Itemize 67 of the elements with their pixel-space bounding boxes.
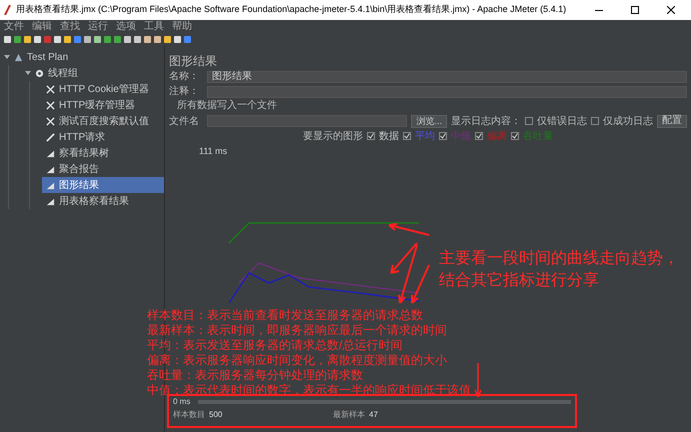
tree-item[interactable]: HTTP缓存管理器 [42, 97, 164, 113]
tree-item[interactable]: 测试百度搜索默认值 [42, 113, 164, 129]
wrench-icon [46, 100, 55, 110]
menu-item[interactable]: 文件 [4, 22, 24, 32]
definition-note: 最新样本：表示时间，即服务器响应最后一个请求的时间 [147, 323, 448, 338]
success-only-checkbox[interactable] [591, 117, 599, 125]
close-icon[interactable] [667, 6, 675, 14]
trend-annotation: 主要看一段时间的曲线走向趋势， 结合其它指标进行分享 [439, 248, 679, 291]
name-label: 名称： [169, 70, 200, 84]
graph-checkbox[interactable] [439, 132, 447, 140]
tree-item[interactable]: Test Plan [0, 49, 164, 65]
stat-value: 47 [369, 409, 378, 421]
tree-item[interactable]: 用表格察看结果 [42, 193, 164, 209]
tree-item[interactable]: 线程组 [21, 65, 164, 81]
configure-button[interactable]: 配置 [657, 114, 687, 128]
expand-toggle-icon[interactable] [4, 54, 10, 60]
graph-checkbox[interactable] [475, 132, 483, 140]
tree-item[interactable]: HTTP Cookie管理器 [42, 81, 164, 97]
log-label: 显示日志内容： [451, 114, 521, 128]
graph-legend-label: 中值 [451, 130, 471, 144]
annotation-arrow [387, 223, 431, 237]
browse-button[interactable]: 浏览... [411, 114, 447, 128]
tree-item[interactable]: 聚合报告 [42, 161, 164, 177]
stat-value: 500 [209, 409, 222, 421]
expand-toggle-icon[interactable] [25, 70, 31, 76]
errors-only-checkbox[interactable] [525, 117, 533, 125]
graph-legend-label: 数据 [379, 130, 399, 144]
panel-title: 图形结果 [169, 54, 217, 68]
graph-legend-label: 平均 [415, 130, 435, 144]
menu-item[interactable]: 帮助 [172, 22, 192, 32]
graph-checkbox[interactable] [367, 132, 375, 140]
pen-icon [46, 132, 55, 142]
graph-legend-label: 偏离 [487, 130, 507, 144]
feather-icon [4, 5, 12, 15]
menu-item[interactable]: 查找 [60, 22, 80, 32]
menu-item[interactable]: 编辑 [32, 22, 52, 32]
graphs-label: 要显示的图形 [303, 130, 363, 144]
filename-field[interactable] [207, 115, 408, 127]
definition-note: 样本数目：表示当前查看时发送至服务器的请求总数 [147, 308, 424, 323]
comment-label: 注释： [169, 84, 200, 99]
wrench-icon [46, 84, 55, 94]
tree-item[interactable]: 察看结果树 [42, 145, 164, 161]
filename-label: 文件名 [169, 114, 200, 128]
maximize-icon[interactable] [631, 6, 639, 14]
success-only-label: 仅成功日志 [603, 114, 653, 128]
menu-item[interactable]: 选项 [116, 22, 136, 32]
stat-label: 最新样本 [333, 409, 365, 421]
graph-checkbox[interactable] [403, 132, 411, 140]
definition-note: 平均：表示发送至服务器的请求总数/总运行时间 [147, 338, 404, 353]
tree-item[interactable]: HTTP请求 [42, 129, 164, 145]
graph-checkbox[interactable] [511, 132, 519, 140]
menu-item[interactable]: 运行 [88, 22, 108, 32]
definition-note: 偏离：表示服务器响应时间变化，离散程度测量值的大小 [147, 353, 448, 368]
window-title: 用表格查看结果.jmx (C:\Program Files\Apache Software Foundation\apache-jmeter-5.4.1\bin\用表格查看结果.jmx) - Apache JMeter (5.4.1) [16, 3, 568, 16]
menu-item[interactable]: 工具 [144, 22, 164, 32]
wrench-icon [46, 116, 55, 126]
errors-only-label: 仅错误日志 [537, 114, 587, 128]
definition-note: 吞吐量：表示服务器每分钟处理的请求数 [147, 368, 364, 383]
comment-field[interactable] [207, 86, 687, 98]
y-max-label: 111 ms [199, 145, 228, 158]
name-field[interactable]: 图形结果 [207, 70, 687, 82]
section-title: 所有数据写入一个文件 [177, 100, 277, 112]
y-min-label: 0 ms [173, 396, 190, 408]
tree-item[interactable]: 图形结果 [42, 177, 164, 193]
graph-legend-label: 吞吐量 [523, 130, 553, 144]
stat-label: 样本数目 [173, 409, 205, 421]
gear-icon [35, 68, 44, 78]
